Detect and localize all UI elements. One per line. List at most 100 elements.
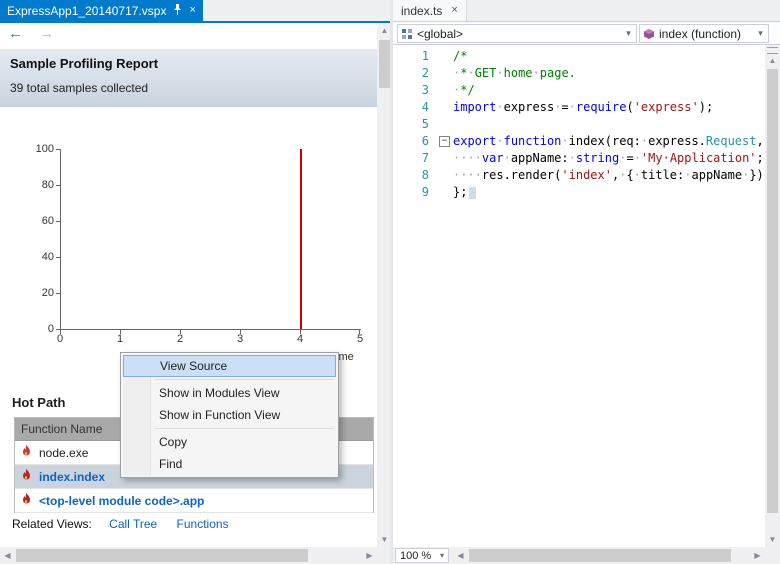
chevron-down-icon[interactable]: ▾	[753, 28, 768, 39]
code-token: ·	[633, 168, 641, 182]
code-line[interactable]: 3 ·*/	[393, 82, 765, 99]
menu-item-find[interactable]: Find	[123, 453, 336, 475]
horizontal-scrollbar[interactable]: ◀ ▶	[0, 547, 377, 564]
function-link[interactable]: index.index	[39, 470, 105, 484]
y-tick-label: 0	[47, 323, 54, 335]
code-line[interactable]: 2 ·*·GET·home·page.	[393, 65, 765, 82]
fold-margin: −	[439, 133, 453, 150]
code-token: res.render(	[481, 168, 562, 182]
line-number: 4	[421, 100, 429, 114]
scroll-thumb[interactable]	[379, 40, 390, 88]
menu-item-view-source[interactable]: View Source	[123, 355, 336, 377]
scroll-right-icon[interactable]: ▶	[362, 548, 377, 563]
zoom-dropdown[interactable]: 100 % ▾	[395, 548, 449, 563]
method-icon	[644, 28, 654, 39]
scroll-up-icon[interactable]: ▲	[765, 53, 780, 68]
code-token: title:	[640, 168, 685, 182]
menu-item-show-in-function-view[interactable]: Show in Function View	[123, 404, 336, 426]
line-number: 2	[421, 66, 429, 80]
pin-icon[interactable]	[173, 3, 182, 18]
code-token: ·	[496, 100, 504, 114]
code-token: });	[749, 168, 765, 182]
line-number: 6	[421, 134, 429, 148]
code-token: };	[453, 185, 468, 199]
tab-index-ts[interactable]: index.ts ×	[393, 0, 467, 21]
menu-item-show-in-modules-view[interactable]: Show in Modules View	[123, 382, 336, 404]
code-line[interactable]: 8 ····res.render('index',·{·title:·appNam…	[393, 167, 765, 184]
forward-button[interactable]: →	[39, 25, 54, 42]
horizontal-scrollbar[interactable]: ◀ ▶	[453, 547, 765, 564]
scroll-left-icon[interactable]: ◀	[453, 548, 468, 563]
y-tick-label: 60	[41, 215, 54, 227]
function-link[interactable]: <top-level module code>.app	[39, 494, 204, 508]
x-tick-label: 5	[356, 333, 364, 345]
code-token: index(req:	[568, 134, 641, 148]
code-token: =	[626, 151, 634, 165]
code-line[interactable]: 7 ····var·appName:·string·=·'My·Applicati…	[393, 150, 765, 167]
vertical-scrollbar[interactable]: ▲ ▼	[765, 45, 780, 547]
close-icon[interactable]: ×	[451, 5, 457, 16]
vs-window: ExpressApp1_20140717.vspx × ← → Sample P…	[0, 0, 780, 564]
fold-margin	[439, 82, 453, 99]
link-call-tree[interactable]: Call Tree	[109, 517, 157, 531]
x-tick-label: 1	[116, 333, 124, 345]
code-line[interactable]: 6− export·function·index(req:·express.Req…	[393, 133, 765, 150]
x-tick-mark	[359, 330, 360, 334]
member-dropdown[interactable]: index (function) ▾	[639, 24, 769, 43]
fold-margin	[439, 65, 453, 82]
context-menu: View Source Show in Modules View Show in…	[120, 352, 339, 478]
close-icon[interactable]: ×	[189, 5, 195, 16]
right-tab-strip: index.ts ×	[393, 0, 780, 21]
link-functions[interactable]: Functions	[177, 517, 229, 531]
code-token: require	[575, 100, 627, 114]
report-header-band: Sample Profiling Report 39 total samples…	[0, 49, 377, 107]
tab-expressapp-vspx[interactable]: ExpressApp1_20140717.vspx ×	[0, 0, 203, 21]
sample-spike-series	[300, 149, 302, 329]
code-token: =	[561, 100, 569, 114]
code-token: /*	[453, 49, 468, 63]
report-title: Sample Profiling Report	[10, 56, 159, 71]
line-number: 1	[421, 49, 429, 63]
x-tick-mark	[300, 330, 301, 334]
code-token: );	[698, 100, 714, 114]
flame-icon	[21, 492, 32, 509]
code-token: export	[453, 134, 497, 148]
code-token: ·	[503, 151, 511, 165]
code-token: ·	[496, 134, 504, 148]
scroll-right-icon[interactable]: ▶	[750, 548, 765, 563]
code-token: (	[626, 100, 634, 114]
function-name: node.exe	[39, 445, 89, 460]
code-token: Request	[705, 134, 757, 148]
x-tick-mark	[120, 330, 121, 334]
code-token: home	[503, 66, 533, 80]
code-token: */	[460, 83, 475, 97]
code-area[interactable]: 1/* 2 ·*·GET·home·page. 3 ·*/4 import·express…	[393, 45, 765, 547]
menu-item-copy[interactable]: Copy	[123, 431, 336, 453]
chevron-down-icon[interactable]: ▾	[621, 28, 636, 39]
scroll-thumb[interactable]	[469, 549, 731, 562]
line-number: 8	[421, 168, 429, 182]
scroll-thumb[interactable]	[16, 549, 308, 562]
scroll-down-icon[interactable]: ▼	[765, 532, 780, 547]
report-subtitle: 39 total samples collected	[10, 81, 149, 95]
scroll-left-icon[interactable]: ◀	[0, 548, 15, 563]
fold-toggle-icon[interactable]: −	[439, 136, 450, 147]
scroll-thumb[interactable]	[767, 69, 778, 513]
table-row[interactable]: <top-level module code>.app	[15, 489, 373, 513]
code-line[interactable]: 5	[393, 116, 765, 133]
y-tick-label: 100	[35, 143, 54, 155]
code-token: ·	[561, 134, 569, 148]
code-line[interactable]: 1 /*	[393, 48, 765, 65]
back-button[interactable]: ←	[8, 25, 23, 42]
chevron-down-icon[interactable]: ▾	[440, 551, 444, 560]
line-number: 3	[421, 83, 429, 97]
code-line[interactable]: 4 import·express·=·require('express');	[393, 99, 765, 116]
menu-separator	[155, 379, 334, 380]
x-tick-label: 0	[56, 333, 64, 345]
menu-separator	[155, 428, 334, 429]
y-tick-label: 40	[41, 251, 54, 263]
related-views: Related Views: Call Tree Functions	[12, 517, 245, 531]
scope-dropdown[interactable]: <global> ▾	[397, 24, 637, 43]
code-token: 'My·Application'	[640, 151, 757, 165]
code-line[interactable]: 9};	[393, 184, 765, 201]
